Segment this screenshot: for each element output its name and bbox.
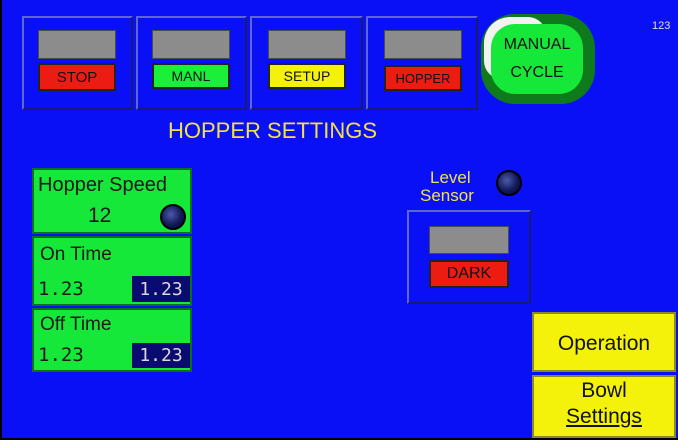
hmi-screen: STOP MANL SETUP HOPPER MANUAL CYCLE 123 … — [0, 0, 678, 440]
setup-panel: SETUP — [250, 16, 363, 110]
off-time-label: Off Time — [40, 314, 112, 335]
manual-cycle-line1: MANUAL — [503, 36, 571, 53]
level-sensor-panel: DARK — [407, 210, 531, 304]
hopper-indicator — [384, 30, 462, 59]
manual-indicator — [152, 30, 230, 59]
hopper-speed-knob-icon[interactable] — [160, 204, 186, 230]
on-time-entry[interactable]: 1.23 — [132, 276, 190, 302]
on-time-value: 1.23 — [38, 278, 84, 300]
bowl-settings-line1: Bowl — [581, 379, 627, 402]
bowl-settings-line2: Settings — [566, 405, 642, 428]
level-sensor-label-line2: Sensor — [420, 186, 474, 205]
level-sensor-label-line1: Level — [430, 168, 471, 187]
manual-cycle-button[interactable]: MANUAL CYCLE — [481, 14, 595, 104]
on-time-box: On Time 1.23 1.23 — [32, 236, 192, 306]
hopper-panel: HOPPER — [366, 16, 478, 110]
operation-label: Operation — [557, 332, 651, 355]
setup-indicator — [268, 30, 346, 59]
stop-button[interactable]: STOP — [38, 63, 116, 91]
off-time-entry[interactable]: 1.23 — [132, 343, 190, 368]
page-title: HOPPER SETTINGS — [168, 118, 378, 143]
stop-indicator — [38, 30, 116, 59]
level-sensor-lamp-icon — [496, 170, 522, 196]
off-time-value: 1.23 — [38, 344, 84, 366]
on-time-label: On Time — [40, 244, 112, 265]
bowl-settings-button[interactable]: Bowl Settings — [532, 375, 676, 438]
hopper-button[interactable]: HOPPER — [384, 65, 462, 91]
manual-cycle-line2: CYCLE — [510, 64, 564, 81]
hopper-speed-label: Hopper Speed — [38, 174, 167, 196]
off-time-box: Off Time 1.23 1.23 — [32, 308, 192, 372]
manual-mode-button[interactable]: MANL — [152, 63, 230, 89]
hopper-speed-box[interactable]: Hopper Speed 12 — [32, 168, 192, 234]
stop-panel: STOP — [22, 16, 133, 110]
level-sensor-indicator — [429, 226, 509, 254]
manual-cycle-face — [491, 24, 583, 94]
operation-button[interactable]: Operation — [532, 312, 676, 372]
level-sensor-state: DARK — [429, 260, 509, 288]
manual-panel: MANL — [136, 16, 247, 110]
setup-button[interactable]: SETUP — [268, 63, 346, 89]
hopper-speed-value: 12 — [88, 204, 112, 227]
corner-number: 123 — [652, 20, 671, 32]
